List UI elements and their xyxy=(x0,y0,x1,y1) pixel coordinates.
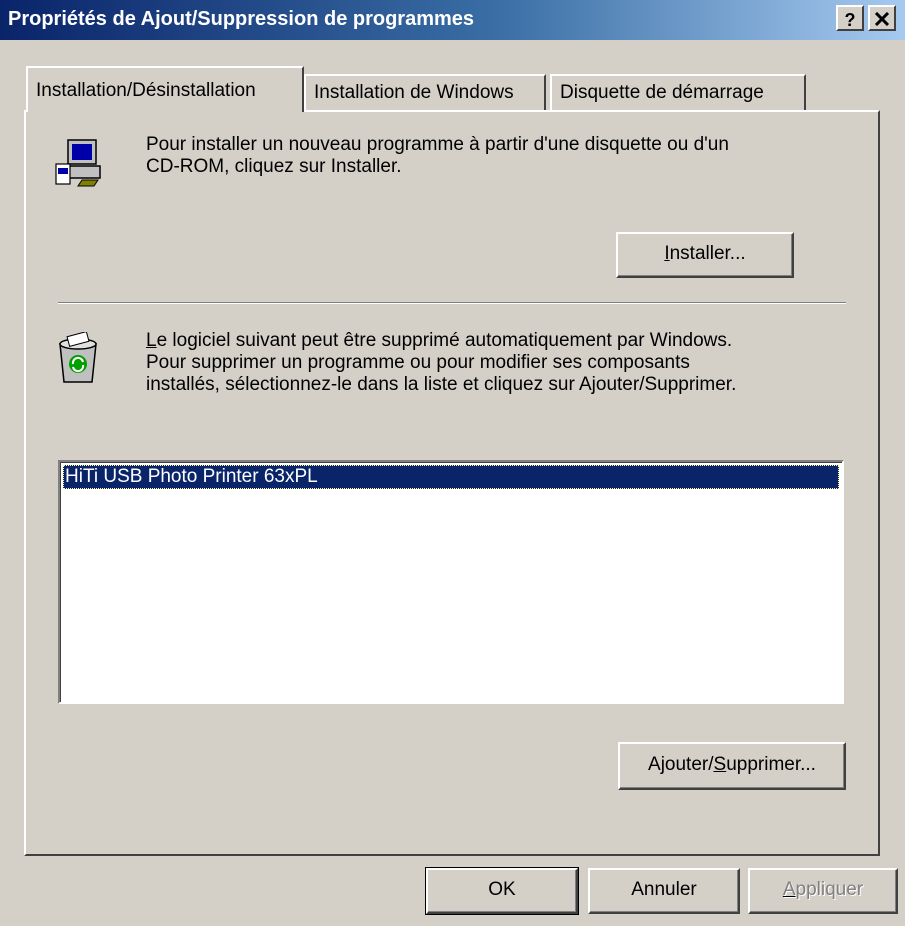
title-bar[interactable]: Propriétés de Ajout/Suppression de progr… xyxy=(0,0,905,40)
tab-panel: Pour installer un nouveau programme à pa… xyxy=(24,110,880,856)
section-divider xyxy=(58,302,846,304)
add-remove-button[interactable]: Ajouter/Supprimer... xyxy=(618,742,846,790)
close-icon xyxy=(874,11,890,27)
install-text-line1: Pour installer un nouveau programme à pa… xyxy=(146,134,729,155)
remove-text-line2: Pour supprimer un programme ou pour modi… xyxy=(146,352,690,373)
apply-button[interactable]: Appliquer xyxy=(748,868,898,914)
cancel-label: Annuler xyxy=(631,879,697,900)
ok-label: OK xyxy=(488,879,516,900)
install-button[interactable]: Installer... xyxy=(616,232,794,278)
add-remove-prefix: Ajouter/ xyxy=(648,754,714,775)
close-button[interactable] xyxy=(868,5,896,31)
program-list[interactable]: HiTi USB Photo Printer 63xPL xyxy=(58,460,844,704)
remove-text-line1: Le logiciel suivant peut être supprimé a… xyxy=(146,330,736,352)
apply-label: ppliquer xyxy=(795,879,864,900)
tab-disquette-demarrage[interactable]: Disquette de démarrage xyxy=(550,74,806,110)
window-title: Propriétés de Ajout/Suppression de progr… xyxy=(8,8,475,30)
cancel-button[interactable]: Annuler xyxy=(588,868,740,914)
add-remove-rest: upprimer... xyxy=(726,754,816,775)
help-button[interactable]: ? xyxy=(836,5,864,31)
tab-label: Installation de Windows xyxy=(314,82,514,103)
list-item[interactable]: HiTi USB Photo Printer 63xPL xyxy=(63,465,839,489)
ok-button[interactable]: OK xyxy=(425,867,579,915)
install-button-label: nstaller... xyxy=(669,243,746,264)
install-text-line2: CD-ROM, cliquez sur Installer. xyxy=(146,156,402,177)
remove-accel: L xyxy=(146,330,157,351)
tab-installation-desinstallation[interactable]: Installation/Désinstallation xyxy=(26,66,304,112)
computer-install-icon xyxy=(55,139,101,187)
tab-installation-windows[interactable]: Installation de Windows xyxy=(304,74,546,110)
remove-instructions: Le logiciel suivant peut être supprimé a… xyxy=(146,330,736,396)
apply-accel: A xyxy=(782,879,796,900)
remove-text-line1-rest: e logiciel suivant peut être supprimé au… xyxy=(156,330,733,351)
remove-text-line3: installés, sélectionnez-le dans la liste… xyxy=(146,374,737,395)
list-item-label: HiTi USB Photo Printer 63xPL xyxy=(65,466,318,487)
install-instructions: Pour installer un nouveau programme à pa… xyxy=(146,134,729,178)
tab-label: Disquette de démarrage xyxy=(560,82,764,103)
recycle-bin-icon xyxy=(59,332,97,383)
tab-label: Installation/Désinstallation xyxy=(36,80,256,101)
add-remove-accel: S xyxy=(713,754,727,775)
